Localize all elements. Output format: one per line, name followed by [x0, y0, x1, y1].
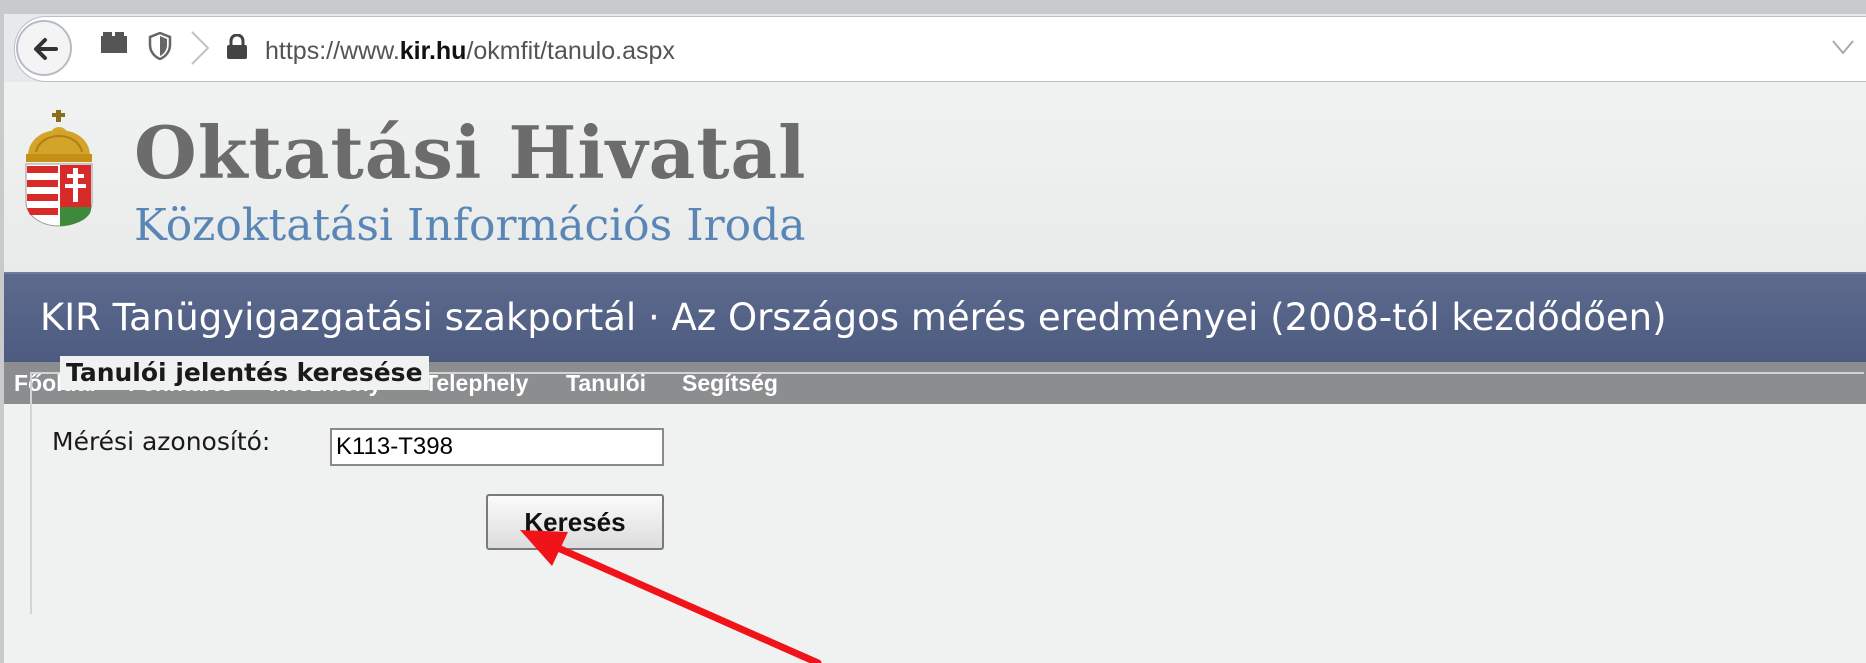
back-arrow-icon: [34, 38, 58, 60]
url-domain: kir.hu: [399, 37, 467, 65]
shield-icon[interactable]: [148, 32, 172, 60]
measurement-id-input[interactable]: [330, 428, 664, 466]
site-subtitle: Közoktatási Információs Iroda: [134, 200, 806, 251]
site-title: Oktatási Hivatal: [134, 110, 807, 195]
portal-title: KIR Tanügyigazgatási szakportál · Az Ors…: [40, 296, 1667, 339]
portal-banner: KIR Tanügyigazgatási szakportál · Az Ors…: [4, 272, 1866, 362]
back-button[interactable]: [16, 20, 72, 76]
dropdown-icon[interactable]: [1832, 40, 1854, 54]
search-button[interactable]: Keresés: [486, 494, 664, 550]
measurement-id-label: Mérési azonosító:: [52, 427, 271, 456]
url-text[interactable]: https://www.kir.hu/okmfit/tanulo.aspx: [265, 34, 675, 68]
lock-icon[interactable]: [226, 34, 248, 60]
url-prefix: https://www.: [265, 37, 400, 65]
coat-of-arms-icon: [25, 110, 93, 227]
search-fieldset: Tanulói jelentés keresése: [30, 356, 1864, 614]
library-icon[interactable]: [100, 32, 128, 54]
site-header: Oktatási Hivatal Közoktatási Információs…: [4, 82, 1866, 272]
fieldset-legend: Tanulói jelentés keresése: [60, 356, 429, 390]
window-frame-top: [0, 0, 1866, 14]
url-path: /okmfit/tanulo.aspx: [466, 37, 675, 65]
chevron-separator-icon: [191, 31, 210, 65]
